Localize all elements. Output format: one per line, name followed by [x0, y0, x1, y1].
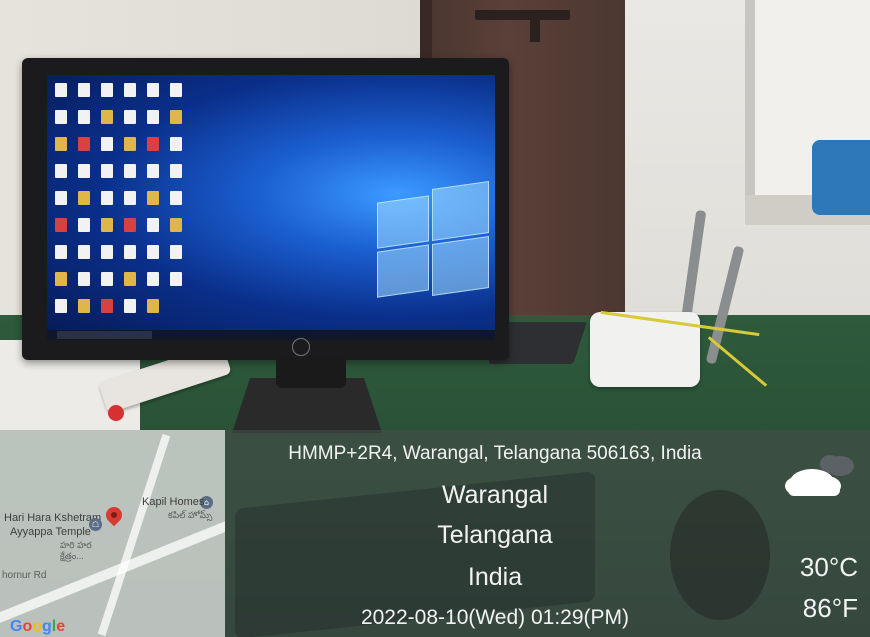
desktop-icon	[101, 164, 113, 178]
geotag-info-panel: HMMP+2R4, Warangal, Telangana 506163, In…	[225, 430, 870, 637]
state-text: Telangana	[437, 521, 553, 549]
desktop-icon	[147, 137, 159, 151]
desktop-icon	[55, 110, 67, 124]
address-text: HMMP+2R4, Warangal, Telangana 506163, In…	[288, 443, 702, 464]
desktop-icon	[170, 245, 182, 259]
desktop-icon	[147, 83, 159, 97]
map-road	[97, 433, 171, 637]
desktop-icon	[78, 299, 90, 313]
desktop-icon	[124, 245, 136, 259]
desktop-icon	[101, 218, 113, 232]
country-text: India	[467, 563, 523, 591]
map-temple-label: Hari Hara Kshetram	[4, 512, 102, 524]
google-logo: Google	[10, 618, 66, 635]
temperature-fahrenheit: 86°F	[802, 593, 858, 623]
desktop-icon	[101, 245, 113, 259]
desktop-icon	[124, 110, 136, 124]
taskbar	[47, 330, 495, 340]
blue-bag	[812, 140, 870, 215]
location-pin-icon	[102, 503, 126, 527]
desktop-icon	[55, 245, 67, 259]
desktop-screen	[47, 75, 495, 340]
desktop-icon	[124, 83, 136, 97]
map-temple-local: క్షేత్రం...	[60, 551, 84, 561]
desktop-icon	[101, 110, 113, 124]
desktop-icon	[147, 164, 159, 178]
desktop-icon	[170, 272, 182, 286]
desktop-icon	[78, 218, 90, 232]
map-poi-local: కపిల్ హోమ్స్	[168, 510, 213, 520]
temple-marker-icon: ☖	[89, 518, 102, 531]
geotagged-photo: ⌂ Kapil Homes కపిల్ హోమ్స్ Hari Hara Ksh…	[0, 0, 870, 637]
cloudy-icon	[785, 455, 854, 496]
desktop-icon	[101, 272, 113, 286]
desktop-icon	[55, 272, 67, 286]
door-handle	[530, 18, 540, 42]
desktop-icon	[55, 191, 67, 205]
desktop-icon	[101, 191, 113, 205]
datetime-text: 2022-08-10(Wed) 01:29(PM)	[360, 606, 630, 629]
map-thumbnail: ⌂ Kapil Homes కపిల్ హోమ్స్ Hari Hara Ksh…	[0, 430, 225, 637]
desktop-icon	[78, 110, 90, 124]
desktop-icon	[147, 191, 159, 205]
desktop-icon	[78, 191, 90, 205]
desktop-icon	[101, 83, 113, 97]
desktop-icon	[124, 272, 136, 286]
desktop-icon	[170, 110, 182, 124]
desktop-icon	[55, 83, 67, 97]
map-temple-label: Ayyappa Temple	[10, 526, 91, 538]
desktop-icon	[78, 272, 90, 286]
desktop-icon	[124, 191, 136, 205]
monitor-stand	[276, 358, 346, 388]
desktop-icon	[170, 137, 182, 151]
desktop-icon	[78, 164, 90, 178]
desktop-icon	[170, 191, 182, 205]
desktop-icon	[124, 299, 136, 313]
desktop-icon	[124, 218, 136, 232]
power-switch-icon	[108, 405, 124, 421]
desktop-icon	[124, 164, 136, 178]
desktop-icon	[55, 137, 67, 151]
desktop-icon	[78, 245, 90, 259]
desktop-icon	[170, 218, 182, 232]
desktop-icon	[147, 272, 159, 286]
desktop-icon	[101, 299, 113, 313]
door-bolt	[475, 10, 570, 20]
map-poi-label: Kapil Homes	[142, 496, 205, 508]
desktop-icon	[55, 218, 67, 232]
city-text: Warangal	[441, 481, 549, 509]
windows-logo-icon	[377, 180, 489, 298]
desktop-icon	[147, 299, 159, 313]
taskbar-search	[57, 331, 152, 339]
hp-logo-icon	[292, 338, 310, 356]
map-road-label: hornur Rd	[2, 570, 47, 581]
desktop-icon	[78, 83, 90, 97]
desktop-icon	[101, 137, 113, 151]
desktop-icon	[147, 110, 159, 124]
desktop-icon	[78, 137, 90, 151]
desktop-icon	[170, 164, 182, 178]
desktop-icon	[55, 164, 67, 178]
desktop-icon	[124, 137, 136, 151]
desktop-icon	[55, 299, 67, 313]
desktop-icon	[147, 218, 159, 232]
desktop-icon	[170, 83, 182, 97]
temperature-celsius: 30°C	[799, 552, 858, 582]
desktop-icon	[147, 245, 159, 259]
